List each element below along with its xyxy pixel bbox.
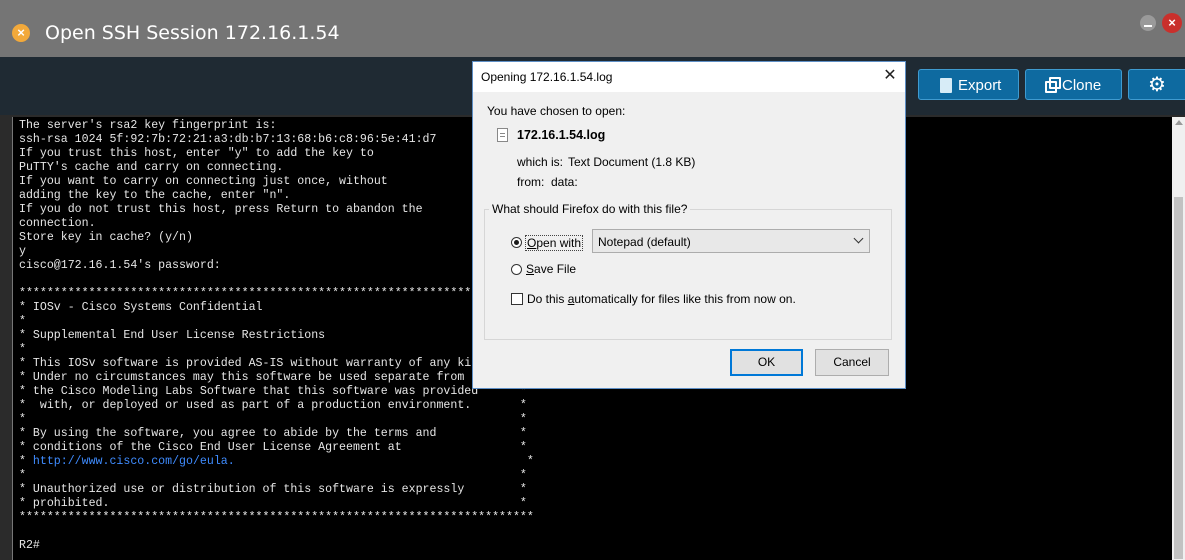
window-title: Open SSH Session 172.16.1.54	[45, 22, 340, 44]
window-titlebar: × Open SSH Session 172.16.1.54 ×	[0, 0, 1185, 57]
cancel-button[interactable]: Cancel	[815, 349, 889, 376]
open-with-label-post: pen with	[536, 236, 582, 250]
open-file-dialog: Opening 172.16.1.54.log ✕ You have chose…	[472, 61, 906, 389]
save-accel: S	[526, 262, 535, 276]
chevron-down-icon	[853, 233, 864, 244]
terminal-line: If you trust this host, enter "y" to add…	[19, 147, 374, 160]
from-value: data:	[551, 175, 578, 189]
terminal-line: *	[19, 343, 26, 356]
terminal-line: * *	[19, 469, 527, 482]
scrollbar-thumb[interactable]	[1174, 197, 1183, 559]
terminal-output: The server's rsa2 key fingerprint is: ss…	[19, 119, 534, 525]
export-label: Export	[958, 77, 1002, 94]
minimize-button[interactable]	[1140, 15, 1156, 31]
application-select-value: Notepad (default)	[598, 235, 691, 249]
scroll-up-arrow-icon[interactable]	[1175, 120, 1183, 125]
action-question: What should Firefox do with this file?	[489, 202, 691, 216]
terminal-line: connection.	[19, 217, 96, 230]
which-is-label: which is:	[517, 155, 564, 169]
terminal-line: ****************************************…	[19, 511, 534, 524]
terminal-line: * Unauthorized use or distribution of th…	[19, 483, 527, 496]
close-circle-icon[interactable]: ×	[12, 24, 30, 42]
ssh-file-icon	[940, 77, 952, 93]
terminal-line: * By using the software, you agree to ab…	[19, 427, 527, 440]
dialog-title: Opening 172.16.1.54.log	[481, 70, 613, 84]
terminal-line: * with, or deployed or used as part of a…	[19, 399, 527, 412]
export-button[interactable]: Export	[918, 69, 1019, 100]
terminal-line: If you want to carry on connecting just …	[19, 175, 388, 188]
file-type-value: Text Document (1.8 KB)	[568, 155, 696, 169]
window-close-button[interactable]: ×	[1162, 13, 1182, 33]
terminal-line-pad: *	[234, 455, 534, 468]
gear-icon: ⚙	[1148, 74, 1166, 96]
terminal-line: cisco@172.16.1.54's password:	[19, 259, 221, 272]
dialog-header: Opening 172.16.1.54.log ✕	[473, 62, 905, 92]
clone-button[interactable]: Clone	[1025, 69, 1122, 100]
terminal-scrollbar[interactable]	[1172, 117, 1185, 560]
terminal-prompt: R2#	[19, 539, 40, 552]
terminal-line: * conditions of the Cisco End User Licen…	[19, 441, 527, 454]
terminal-line: * *	[19, 413, 527, 426]
terminal-line: PuTTY's cache and carry on connecting.	[19, 161, 284, 174]
terminal-line: *	[19, 315, 26, 328]
terminal-line: * the Cisco Modeling Labs Software that …	[19, 385, 527, 398]
terminal-line: ssh-rsa 1024 5f:92:7b:72:21:a3:db:b7:13:…	[19, 133, 437, 146]
application-select[interactable]: Notepad (default)	[592, 229, 870, 253]
copy-icon	[1045, 77, 1061, 94]
open-with-accel: O	[527, 236, 537, 250]
terminal-line: adding the key to the cache, enter "n".	[19, 189, 291, 202]
terminal-line: *	[19, 455, 33, 468]
eula-link[interactable]: http://www.cisco.com/go/eula.	[33, 455, 235, 468]
auto-action-checkbox[interactable]	[511, 293, 523, 305]
terminal-line: ****************************************…	[19, 287, 534, 300]
ok-button[interactable]: OK	[730, 349, 803, 376]
save-label-post: ave File	[534, 262, 577, 276]
terminal-line: * prohibited. *	[19, 497, 527, 510]
terminal-line: * Supplemental End User License Restrict…	[19, 329, 326, 342]
terminal-line: The server's rsa2 key fingerprint is:	[19, 119, 277, 132]
chosen-to-open-label: You have chosen to open:	[487, 104, 626, 118]
text-file-icon	[497, 128, 508, 142]
terminal-line: * IOSv - Cisco Systems Confidential	[19, 301, 263, 314]
close-icon[interactable]: ✕	[881, 67, 899, 85]
open-with-label[interactable]: Open with	[525, 235, 584, 251]
save-file-label[interactable]: Save File	[526, 262, 576, 276]
auto-label-pre: Do this	[527, 292, 568, 306]
save-file-radio[interactable]	[511, 264, 522, 275]
auto-label-post: utomatically for files like this from no…	[574, 292, 796, 306]
file-name: 172.16.1.54.log	[517, 128, 606, 142]
clone-label: Clone	[1062, 77, 1102, 94]
terminal-line: y	[19, 245, 26, 258]
settings-button[interactable]: ⚙	[1128, 69, 1185, 100]
from-label: from:	[517, 175, 545, 189]
terminal-line: * Under no circumstances may this softwa…	[19, 371, 465, 384]
open-with-radio[interactable]	[511, 237, 522, 248]
auto-action-label[interactable]: Do this automatically for files like thi…	[527, 292, 796, 306]
terminal-line: * This IOSv software is provided AS-IS w…	[19, 357, 472, 370]
terminal-line: Store key in cache? (y/n)	[19, 231, 193, 244]
terminal-line: If you do not trust this host, press Ret…	[19, 203, 423, 216]
